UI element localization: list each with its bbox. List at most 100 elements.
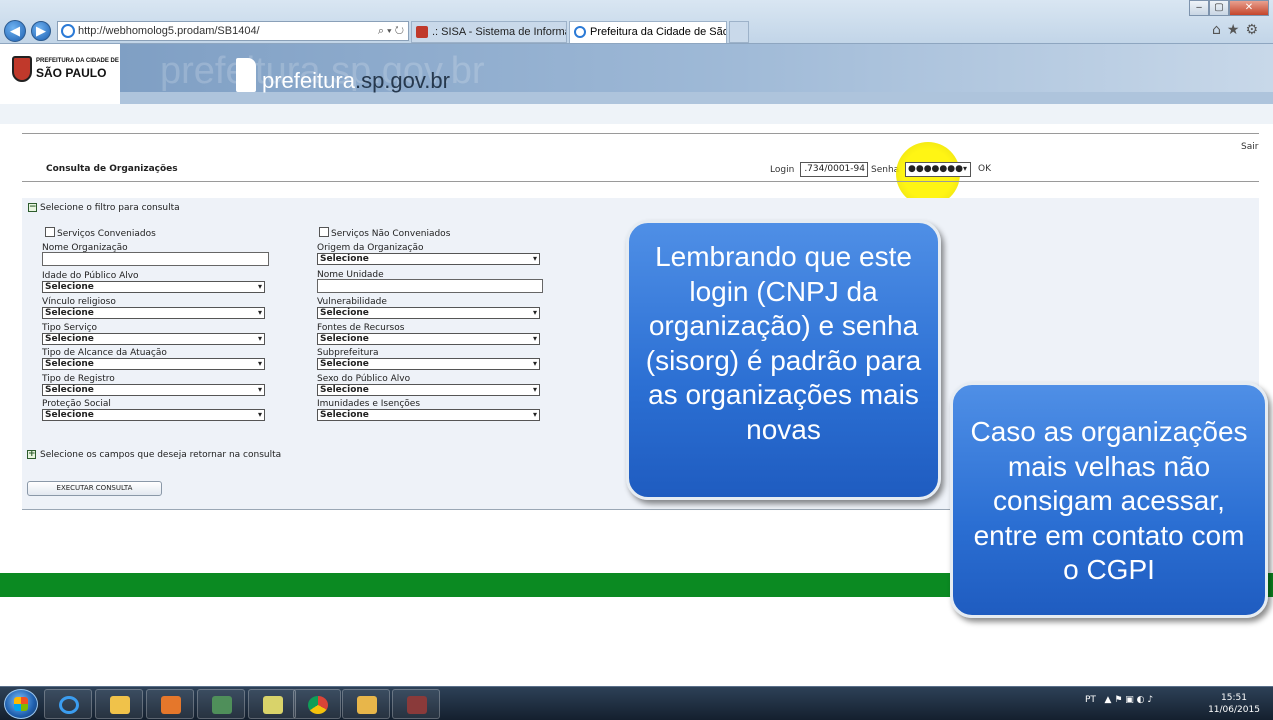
callout-contact-info: Caso as organizações mais velhas não con… (950, 382, 1268, 618)
chevron-down-icon: ▾ (257, 410, 262, 419)
maximize-button[interactable]: ▢ (1209, 0, 1229, 16)
ie-favicon-icon (574, 26, 586, 38)
senha-value: ●●●●●●● (908, 164, 963, 174)
clock[interactable]: 15:51 11/06/2015 (1206, 692, 1262, 716)
chevron-down-icon: ▾ (257, 385, 262, 394)
tab-prefeitura[interactable]: Prefeitura da Cidade de São... (569, 21, 727, 43)
sair-link[interactable]: Sair (1241, 142, 1258, 152)
field-label-idade: Idade do Público Alvo (42, 271, 139, 281)
sexo-select[interactable]: Selecione ▾ (317, 384, 540, 396)
field-label-sexo: Sexo do Público Alvo (317, 374, 411, 384)
fontes-select[interactable]: Selecione ▾ (317, 333, 540, 345)
logo-line1: PREFEITURA DA CIDADE DE (36, 58, 119, 64)
chevron-down-icon: ▾ (532, 254, 537, 263)
select-value: Selecione (45, 385, 94, 395)
idade-select[interactable]: Selecione ▾ (42, 281, 265, 293)
site-header: PREFEITURA DA CIDADE DE SÃO PAULO prefei… (0, 44, 1273, 124)
address-bar[interactable]: http://webhomolog5.prodam/SB1404/ ⌕ ▾ ↻ (57, 21, 409, 41)
select-value: Selecione (320, 359, 369, 369)
new-tab-button[interactable] (729, 21, 749, 43)
mail-icon[interactable] (342, 689, 390, 719)
login-input[interactable]: .734/0001-94 (800, 162, 868, 177)
executar-consulta-button[interactable]: EXECUTAR CONSULTA (27, 481, 162, 496)
select-value: Selecione (45, 410, 94, 420)
vinculo-select[interactable]: Selecione ▾ (42, 307, 265, 319)
forward-arrow-icon[interactable]: ▶ (31, 21, 51, 41)
field-label-vinculo: Vínculo religioso (42, 297, 116, 307)
chevron-down-icon: ▾ (257, 359, 262, 368)
file-manager-icon[interactable] (248, 689, 296, 719)
callout-login-info: Lembrando que este login (CNPJ da organi… (626, 220, 941, 500)
tipo-registro-select[interactable]: Selecione ▾ (42, 384, 265, 396)
windows-logo-icon (14, 697, 28, 711)
toolbar-icons[interactable]: ⌂★⚙ (1212, 22, 1264, 38)
field-label-subprefeitura: Subprefeitura (317, 348, 379, 358)
system-tray[interactable]: PT ▲ ⚑ ▣ ◐ ♪ (1085, 695, 1153, 705)
folder-icon[interactable] (95, 689, 143, 719)
campos-heading: Selecione os campos que deseja retornar … (40, 450, 282, 460)
origem-select[interactable]: Selecione ▾ (317, 253, 540, 265)
select-value: Selecione (320, 385, 369, 395)
select-value: Selecione (320, 410, 369, 420)
tab-sisa[interactable]: .: SISA - Sistema de Informaçã... (411, 21, 567, 43)
chrome-icon[interactable] (293, 689, 341, 719)
field-label-protecao: Proteção Social (42, 399, 111, 409)
network-icon[interactable] (197, 689, 245, 719)
chevron-down-icon: ▾ (532, 359, 537, 368)
clock-time: 15:51 (1221, 693, 1247, 703)
select-value: Selecione (320, 308, 369, 318)
start-button[interactable] (4, 689, 38, 719)
conveniados-label: Serviços Conveniados (57, 229, 156, 239)
media-player-icon[interactable] (146, 689, 194, 719)
nao-conveniados-checkbox[interactable] (319, 227, 329, 237)
conveniados-checkbox[interactable] (45, 227, 55, 237)
alcance-select[interactable]: Selecione ▾ (42, 358, 265, 370)
senha-label: Senha (871, 165, 900, 175)
ok-button[interactable]: OK (978, 164, 991, 174)
content-divider-top (22, 133, 1259, 134)
close-button[interactable]: ✕ (1229, 0, 1269, 16)
tipo-servico-select[interactable]: Selecione ▾ (42, 333, 265, 345)
language-indicator[interactable]: PT (1085, 695, 1096, 705)
subprefeitura-select[interactable]: Selecione ▾ (317, 358, 540, 370)
page-title: Consulta de Organizações (46, 164, 178, 174)
chevron-down-icon: ▾ (532, 308, 537, 317)
imunidades-select[interactable]: Selecione ▾ (317, 409, 540, 421)
nome-organizacao-input[interactable] (42, 252, 269, 266)
minimize-button[interactable]: ‒ (1189, 0, 1209, 16)
senha-input[interactable]: ●●●●●●● ▾ (905, 162, 971, 177)
chevron-down-icon: ▾ (532, 334, 537, 343)
sao-paulo-logo[interactable]: PREFEITURA DA CIDADE DE SÃO PAULO (12, 56, 122, 86)
tab-label: .: SISA - Sistema de Informaçã... (432, 26, 566, 38)
field-label-imunidades: Imunidades e Isenções (317, 399, 421, 409)
sisa-favicon-icon (416, 26, 428, 38)
select-value: Selecione (45, 308, 94, 318)
nao-conveniados-label: Serviços Não Conveniados (331, 229, 451, 239)
chevron-down-icon: ▾ (532, 385, 537, 394)
vulnerabilidade-select[interactable]: Selecione ▾ (317, 307, 540, 319)
nome-unidade-input[interactable] (317, 279, 543, 293)
logo-line2: SÃO PAULO (36, 66, 107, 80)
expand-icon[interactable]: + (27, 450, 36, 459)
tab-label: Prefeitura da Cidade de São... (590, 26, 727, 38)
select-value: Selecione (45, 282, 94, 292)
tray-icons[interactable]: ▲ ⚑ ▣ ◐ ♪ (1099, 695, 1154, 705)
collapse-icon[interactable]: − (28, 203, 37, 212)
field-label-vulnerabilidade: Vulnerabilidade (317, 297, 387, 307)
site-title: prefeitura.sp.gov.br (262, 68, 450, 94)
screen: ◀ ▶ http://webhomolog5.prodam/SB1404/ ⌕ … (0, 0, 1273, 720)
chevron-down-icon: ▾ (257, 308, 262, 317)
address-tools-icon[interactable]: ⌕ ▾ ↻ (378, 22, 404, 40)
chevron-down-icon: ▾ (257, 282, 262, 291)
site-title-main: prefeitura (262, 68, 355, 93)
tool-icon[interactable] (392, 689, 440, 719)
header-band (0, 104, 1273, 124)
field-label-alcance: Tipo de Alcance da Atuação (42, 348, 167, 358)
chevron-down-icon: ▾ (962, 164, 967, 173)
back-arrow-icon[interactable]: ◀ (4, 20, 26, 42)
protecao-select[interactable]: Selecione ▾ (42, 409, 265, 421)
select-value: Selecione (320, 334, 369, 344)
field-label-origem: Origem da Organização (317, 243, 424, 253)
internet-explorer-icon[interactable] (44, 689, 92, 719)
address-url: http://webhomolog5.prodam/SB1404/ (78, 25, 260, 37)
